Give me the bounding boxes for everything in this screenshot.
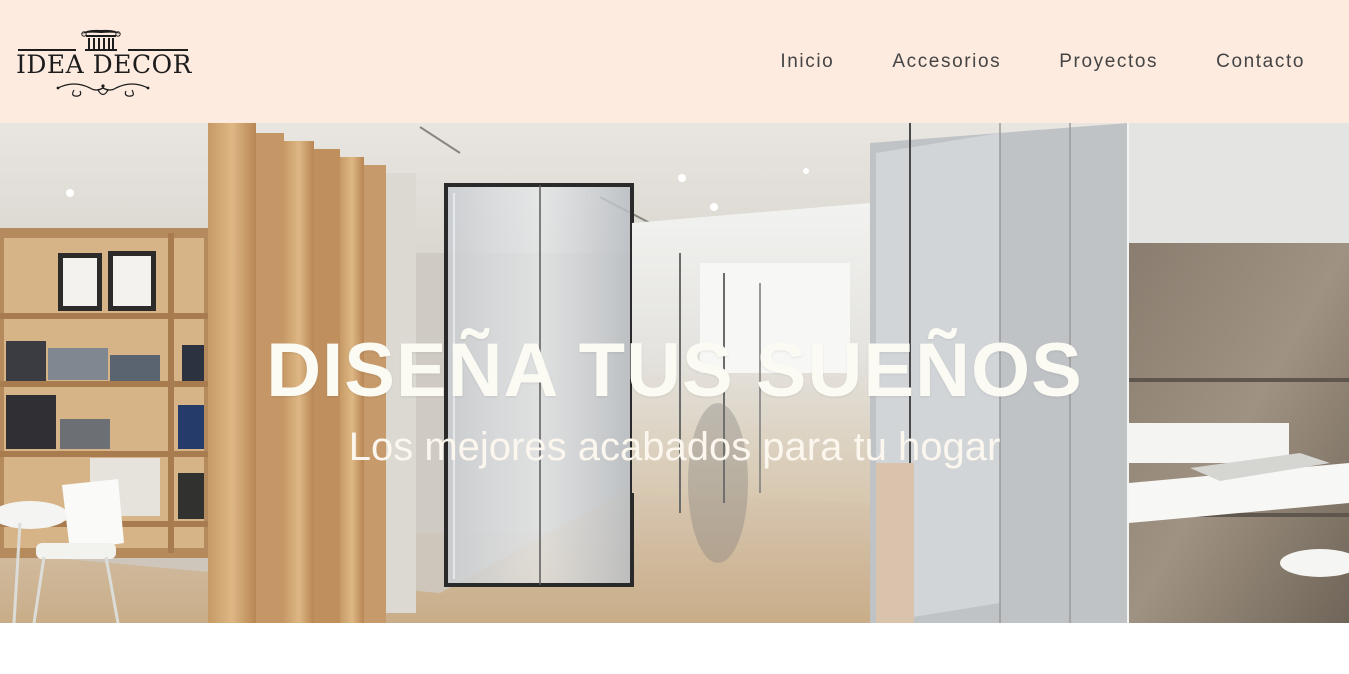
- main-nav: Inicio Accesorios Proyectos Contacto: [722, 50, 1305, 74]
- nav-item-proyectos[interactable]: Proyectos: [1059, 50, 1158, 74]
- nav-item-inicio[interactable]: Inicio: [780, 50, 834, 74]
- flourish-ornament-icon: [56, 83, 150, 97]
- hero-title: DISEÑA TUS SUEÑOS: [266, 328, 1083, 413]
- logo[interactable]: IDEA DECOR: [16, 26, 192, 100]
- nav-item-accesorios[interactable]: Accesorios: [892, 50, 1001, 74]
- site-header: IDEA DECOR Inicio Accesorios Proyectos C…: [0, 0, 1349, 123]
- nav-item-contacto[interactable]: Contacto: [1216, 50, 1305, 74]
- hero-banner: DISEÑA TUS SUEÑOS Los mejores acabados p…: [0, 123, 1349, 623]
- hero-subtitle: Los mejores acabados para tu hogar: [348, 425, 1001, 469]
- column-crest-icon: [81, 29, 121, 51]
- logo-wordmark: IDEA DECOR: [16, 50, 192, 79]
